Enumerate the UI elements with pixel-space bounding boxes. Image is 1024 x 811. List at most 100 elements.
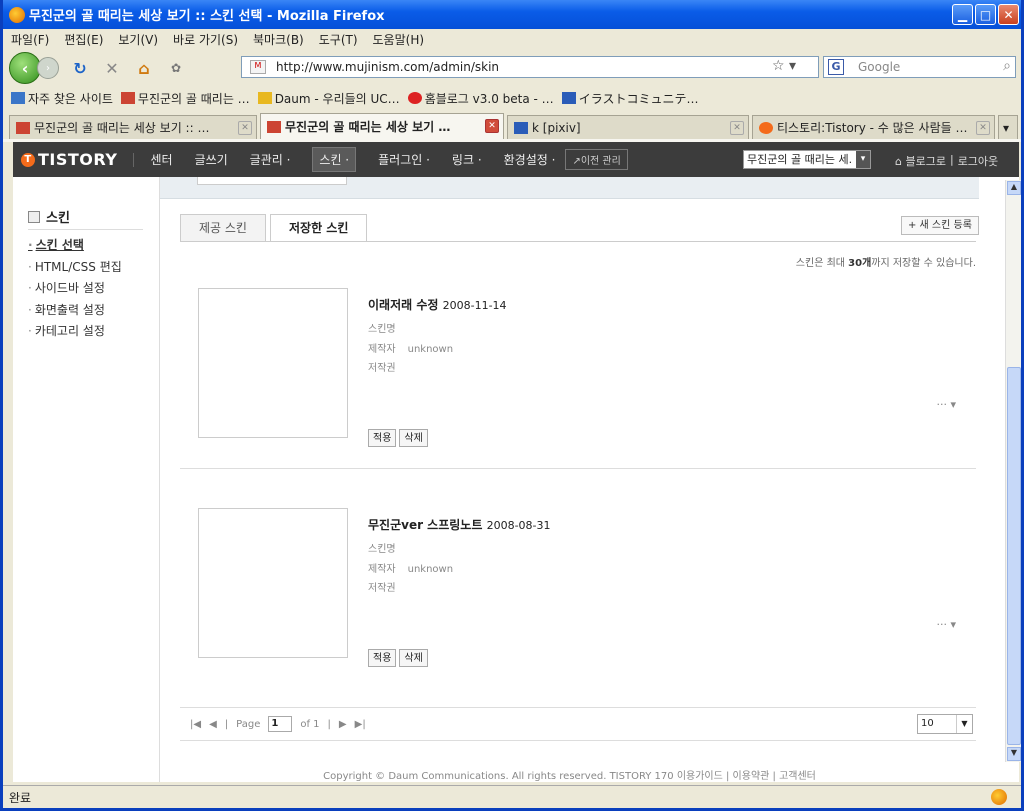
bookmark-icon	[561, 92, 576, 104]
logout-link[interactable]: 로그아웃	[958, 153, 998, 169]
menu-help[interactable]: 도움말(H)	[373, 31, 425, 48]
tab-list-button[interactable]: ▾	[998, 115, 1018, 139]
skin-title: 이래저래 수정 2008-11-14	[368, 298, 507, 312]
menu-bookmarks[interactable]: 북마크(B)	[253, 31, 304, 48]
add-skin-button[interactable]: + 새 스킨 등록	[901, 216, 979, 235]
sidebar-item-skin-select[interactable]: 스킨 선택	[28, 235, 122, 257]
skin-item: 무진군ver 스프링노트 2008-08-31 스킨명 제작자 unknown 저…	[180, 508, 976, 688]
per-page-select[interactable]: 10 ▼	[917, 714, 973, 734]
apply-button[interactable]: 적용	[368, 429, 397, 447]
skin-thumbnail[interactable]	[198, 508, 348, 658]
url-bar[interactable]: M http://www.mujinism.com/admin/skin ☆ ▾	[241, 56, 819, 78]
tab-favicon	[267, 120, 281, 133]
bookmark-item[interactable]: 자주 찾은 사이트	[11, 90, 113, 107]
menu-go[interactable]: 바로 가기(S)	[173, 31, 238, 48]
sidebar-item-sidebar[interactable]: 사이드바 설정	[28, 278, 122, 300]
bookmark-item[interactable]: イラストコミュニテ…	[561, 90, 698, 107]
status-bar: 완료	[3, 785, 1021, 808]
tab-tistory[interactable]: 티스토리:Tistory - 수 많은 사람들 … ✕	[752, 115, 995, 139]
skin-title: 무진군ver 스프링노트 2008-08-31	[368, 518, 551, 532]
sidebar-item-category[interactable]: 카테고리 설정	[28, 321, 122, 343]
forward-button[interactable]: ›	[37, 57, 59, 79]
minimize-button[interactable]: ▁	[952, 4, 973, 25]
title-bar: 무진군의 골 때리는 세상 보기 :: 스킨 선택 - Mozilla Fire…	[3, 0, 1021, 29]
search-bar[interactable]: G Google ⌕	[823, 56, 1016, 78]
sidebar-item-display[interactable]: 화면출력 설정	[28, 300, 122, 322]
prev-admin-button[interactable]: ↗이전 관리	[565, 149, 628, 170]
sidebar-item-html-css[interactable]: HTML/CSS 편집	[28, 257, 122, 279]
bookmark-item[interactable]: Daum - 우리들의 UC…	[257, 90, 400, 107]
apply-button[interactable]: 적용	[368, 649, 397, 667]
tistory-topnav: T TISTORY 센터 글쓰기 글관리 · 스킨 · 플러그인 · 링크 · 환…	[13, 142, 1019, 177]
nav-link[interactable]: 링크 ·	[452, 151, 482, 168]
browser-window: 무진군의 골 때리는 세상 보기 :: 스킨 선택 - Mozilla Fire…	[0, 0, 1024, 811]
menu-tools[interactable]: 도구(T)	[319, 31, 358, 48]
skin-thumbnail[interactable]	[198, 288, 348, 438]
nav-posts[interactable]: 글관리 ·	[250, 151, 291, 168]
skin-meta: 스킨명 제작자 unknown 저작권	[368, 324, 454, 374]
nav-settings[interactable]: 환경설정 ·	[504, 151, 556, 168]
vertical-scrollbar[interactable]: ▲ ▼	[1005, 180, 1021, 762]
tistory-logo[interactable]: T TISTORY	[13, 150, 117, 169]
blog-select[interactable]: 무진군의 골 때리는 세. ▾	[743, 150, 871, 169]
more-menu-button[interactable]: ··· ▾	[936, 618, 956, 631]
nav-skin[interactable]: 스킨 ·	[312, 147, 357, 172]
tab-mujinism-1[interactable]: 무진군의 골 때리는 세상 보기 :: … ✕	[9, 115, 257, 139]
tab-mujinism-active[interactable]: 무진군의 골 때리는 세상 보기 … ✕	[260, 113, 504, 139]
tab-favicon	[514, 121, 528, 134]
skin-icon	[28, 210, 40, 223]
maximize-button[interactable]: □	[975, 4, 996, 25]
chevron-down-icon: ▾	[856, 151, 870, 168]
menu-edit[interactable]: 편집(E)	[64, 31, 103, 48]
firefox-icon	[9, 6, 25, 23]
to-blog-link[interactable]: ⌂ 블로그로	[895, 153, 946, 169]
chevron-down-icon: ▼	[956, 715, 972, 733]
menu-bar: 파일(F) 편집(E) 보기(V) 바로 가기(S) 북마크(B) 도구(T) …	[3, 29, 1021, 49]
first-page-icon[interactable]: |◀	[190, 719, 201, 730]
footer: Copyright © Daum Communications. All rig…	[323, 771, 816, 782]
tab-favicon	[759, 121, 773, 134]
more-menu-button[interactable]: ··· ▾	[936, 398, 956, 411]
page-input[interactable]: 1	[268, 716, 293, 732]
site-favicon: M	[250, 60, 266, 74]
prev-page-icon[interactable]: ◀	[209, 719, 217, 730]
tab-close-icon[interactable]: ✕	[730, 121, 744, 135]
menu-view[interactable]: 보기(V)	[118, 31, 158, 48]
page-of: of 1	[300, 718, 320, 730]
skin-tabs: 제공 스킨 저장한 스킨	[180, 214, 368, 242]
nav-write[interactable]: 글쓰기	[195, 151, 228, 168]
bookmark-item[interactable]: 홈블로그 v3.0 beta - …	[407, 90, 554, 107]
tistory-logo-icon: T	[21, 152, 35, 167]
tab-provided-skins[interactable]: 제공 스킨	[180, 214, 266, 241]
bookmark-star-icon[interactable]: ☆ ▾	[772, 58, 796, 74]
search-icon[interactable]: ⌕	[1003, 58, 1011, 74]
last-page-icon[interactable]: ▶|	[355, 719, 366, 730]
menu-file[interactable]: 파일(F)	[11, 31, 49, 48]
nav-center[interactable]: 센터	[150, 151, 172, 168]
tab-close-icon[interactable]: ✕	[485, 119, 499, 133]
delete-button[interactable]: 삭제	[399, 429, 428, 447]
addon-icon[interactable]: ✿	[165, 61, 187, 75]
tab-favicon	[16, 121, 30, 134]
scroll-down-icon[interactable]: ▼	[1007, 747, 1021, 761]
home-icon[interactable]: ⌂	[133, 59, 155, 78]
navigation-toolbar: ‹ › ↻ ✕ ⌂ ✿ M http://www.mujinism.com/ad…	[3, 49, 1021, 87]
bookmark-icon	[257, 92, 272, 104]
bookmarks-toolbar: 자주 찾은 사이트 무진군의 골 때리는 … Daum - 우리들의 UC… 홈…	[3, 87, 1021, 109]
scroll-thumb[interactable]	[1007, 367, 1021, 745]
reload-icon[interactable]: ↻	[69, 59, 91, 78]
search-placeholder: Google	[858, 60, 901, 74]
tab-close-icon[interactable]: ✕	[976, 121, 990, 135]
bookmark-item[interactable]: 무진군의 골 때리는 …	[120, 90, 250, 107]
tab-close-icon[interactable]: ✕	[238, 121, 252, 135]
tab-saved-skins[interactable]: 저장한 스킨	[269, 214, 368, 242]
hidden-input[interactable]	[197, 177, 347, 185]
nav-plugin[interactable]: 플러그인 ·	[378, 151, 430, 168]
google-icon[interactable]: G	[828, 59, 844, 75]
close-button[interactable]: ✕	[998, 4, 1019, 25]
stop-icon[interactable]: ✕	[101, 59, 123, 78]
delete-button[interactable]: 삭제	[399, 649, 428, 667]
scroll-up-icon[interactable]: ▲	[1007, 181, 1021, 195]
next-page-icon[interactable]: ▶	[339, 719, 347, 730]
tab-pixiv[interactable]: k [pixiv] ✕	[507, 115, 749, 139]
